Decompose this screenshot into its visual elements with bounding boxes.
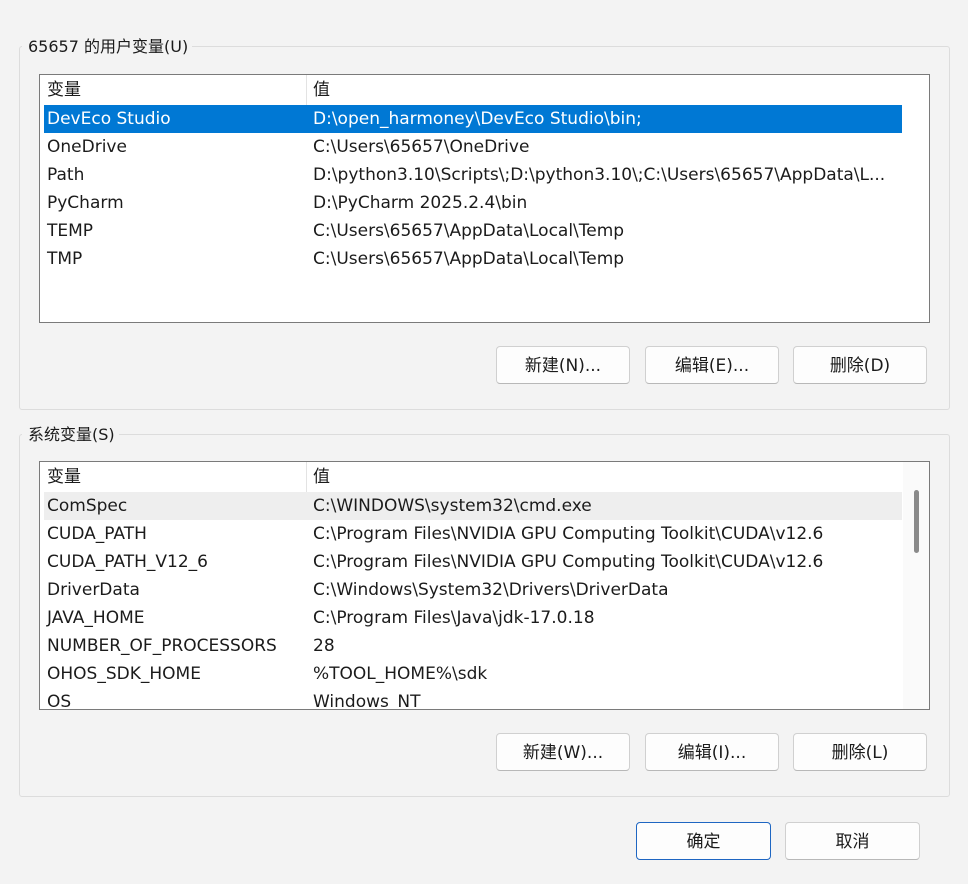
variable-name: TEMP [47, 221, 94, 241]
system-list-header: 变量 值 [40, 462, 902, 492]
variable-value: C:\Users\65657\AppData\Local\Temp [313, 249, 625, 269]
variable-value: C:\WINDOWS\system32\cmd.exe [313, 496, 592, 516]
column-header-variable[interactable]: 变量 [40, 462, 307, 492]
system-variables-title: 系统变量(S) [22, 425, 119, 445]
variable-value: 28 [313, 636, 335, 656]
system-new-button[interactable]: 新建(W)... [496, 733, 630, 771]
variable-value: C:\Program Files\NVIDIA GPU Computing To… [313, 524, 824, 544]
variable-value: C:\Program Files\NVIDIA GPU Computing To… [313, 552, 824, 572]
list-item[interactable]: Path D:\python3.10\Scripts\;D:\python3.10… [44, 161, 902, 189]
list-item[interactable]: OS Windows_NT [44, 688, 902, 710]
scrollbar-thumb[interactable] [914, 490, 919, 553]
column-header-value[interactable]: 值 [307, 75, 901, 105]
variable-value: C:\Users\65657\OneDrive [313, 137, 530, 157]
variable-name: OS [47, 692, 72, 710]
variable-name: CUDA_PATH_V12_6 [47, 552, 208, 572]
variable-name: JAVA_HOME [47, 608, 145, 628]
user-variables-title: 65657 的用户变量(U) [22, 37, 193, 57]
variable-name: OneDrive [47, 137, 127, 157]
user-variables-rows: DevEco Studio D:\open_harmoney\DevEco Stu… [44, 105, 902, 273]
system-delete-button[interactable]: 删除(L) [793, 733, 927, 771]
vertical-scrollbar[interactable] [903, 462, 929, 709]
ok-button[interactable]: 确定 [636, 822, 771, 860]
user-new-button[interactable]: 新建(N)... [496, 346, 630, 384]
variable-value: D:\open_harmoney\DevEco Studio\bin; [313, 109, 642, 129]
system-variables-rows: ComSpec C:\WINDOWS\system32\cmd.exe CUDA_… [44, 492, 902, 710]
system-variables-list[interactable]: 变量 值 ComSpec C:\WINDOWS\system32\cmd.exe … [39, 461, 930, 710]
variable-value: D:\PyCharm 2025.2.4\bin [313, 193, 528, 213]
variable-name: NUMBER_OF_PROCESSORS [47, 636, 277, 656]
list-item[interactable]: CUDA_PATH C:\Program Files\NVIDIA GPU Com… [44, 520, 902, 548]
variable-value: C:\Program Files\Java\jdk-17.0.18 [313, 608, 595, 628]
list-item[interactable]: JAVA_HOME C:\Program Files\Java\jdk-17.0.… [44, 604, 902, 632]
variable-name: OHOS_SDK_HOME [47, 664, 201, 684]
column-header-value[interactable]: 值 [307, 462, 901, 492]
list-item[interactable]: CUDA_PATH_V12_6 C:\Program Files\NVIDIA G… [44, 548, 902, 576]
list-item[interactable]: PyCharm D:\PyCharm 2025.2.4\bin [44, 189, 902, 217]
list-item[interactable]: ComSpec C:\WINDOWS\system32\cmd.exe [44, 492, 902, 520]
list-item[interactable]: OHOS_SDK_HOME %TOOL_HOME%\sdk [44, 660, 902, 688]
user-variables-list[interactable]: 变量 值 DevEco Studio D:\open_harmoney\DevEc… [39, 74, 930, 323]
variable-name: TMP [47, 249, 83, 269]
variable-value: C:\Windows\System32\Drivers\DriverData [313, 580, 669, 600]
list-item[interactable]: TMP C:\Users\65657\AppData\Local\Temp [44, 245, 902, 273]
list-item[interactable]: TEMP C:\Users\65657\AppData\Local\Temp [44, 217, 902, 245]
user-delete-button[interactable]: 删除(D) [793, 346, 927, 384]
list-item[interactable]: DriverData C:\Windows\System32\Drivers\Dr… [44, 576, 902, 604]
variable-value: D:\python3.10\Scripts\;D:\python3.10\;C:… [313, 165, 886, 185]
column-header-variable[interactable]: 变量 [40, 75, 307, 105]
variable-name: PyCharm [47, 193, 124, 213]
variable-value: Windows_NT [313, 692, 421, 710]
variable-name: DriverData [47, 580, 140, 600]
variable-name: DevEco Studio [47, 109, 171, 129]
list-item[interactable]: DevEco Studio D:\open_harmoney\DevEco Stu… [44, 105, 902, 133]
variable-value: %TOOL_HOME%\sdk [313, 664, 488, 684]
variable-name: Path [47, 165, 85, 185]
cancel-button[interactable]: 取消 [785, 822, 920, 860]
system-edit-button[interactable]: 编辑(I)... [645, 733, 779, 771]
variable-name: ComSpec [47, 496, 128, 516]
list-item[interactable]: OneDrive C:\Users\65657\OneDrive [44, 133, 902, 161]
variable-name: CUDA_PATH [47, 524, 147, 544]
list-item[interactable]: NUMBER_OF_PROCESSORS 28 [44, 632, 902, 660]
user-edit-button[interactable]: 编辑(E)... [645, 346, 779, 384]
user-list-header: 变量 值 [40, 75, 902, 105]
variable-value: C:\Users\65657\AppData\Local\Temp [313, 221, 625, 241]
